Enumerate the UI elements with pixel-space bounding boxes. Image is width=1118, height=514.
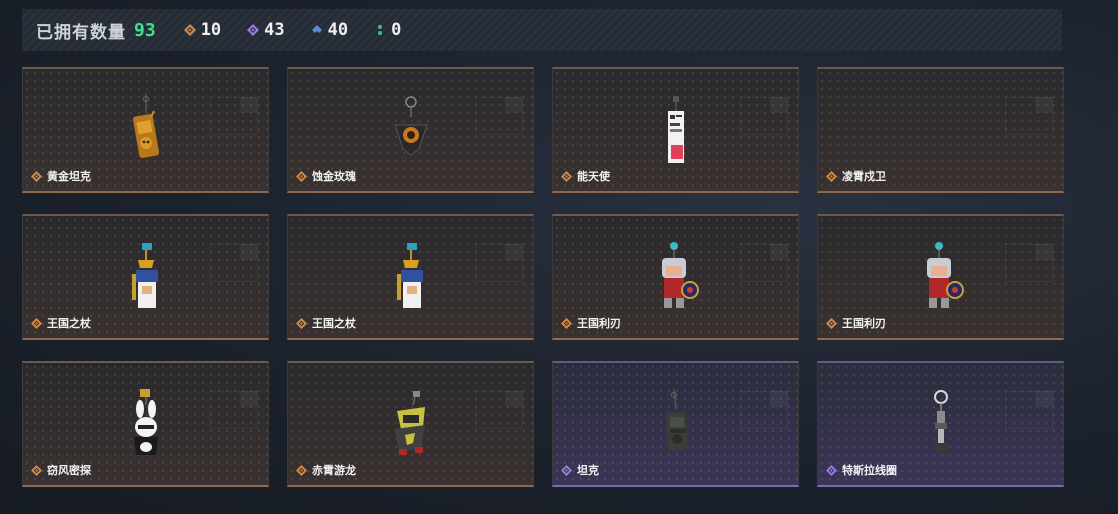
item-card[interactable]: 坦克: [552, 361, 799, 487]
item-name: 特斯拉线圈: [842, 464, 897, 477]
bunny-spy-pendant-art: [133, 389, 158, 455]
item-name-row: 蚀金玫瑰: [296, 168, 356, 184]
green-dots-icon: [378, 25, 383, 35]
item-name: 王国之杖: [312, 317, 356, 330]
item-name-row: 坦克: [561, 462, 599, 478]
card-decoration: [770, 97, 788, 113]
item-name-row: 王国利刃: [561, 315, 621, 331]
item-card[interactable]: 黄金坦克: [22, 67, 269, 193]
item-name: 赤霄游龙: [312, 464, 356, 477]
stat-green-value: 0: [391, 20, 402, 40]
item-name: 窃风密探: [47, 464, 91, 477]
card-decoration: [240, 97, 258, 113]
card-decoration: [1035, 97, 1053, 113]
item-name-row: 特斯拉线圈: [826, 462, 897, 478]
item-name-row: 王国利刃: [826, 315, 886, 331]
owned-count-value: 93: [134, 19, 156, 41]
item-card[interactable]: 王国利刃: [552, 214, 799, 340]
orange-diamond-icon: [183, 24, 196, 36]
item-name: 黄金坦克: [47, 170, 91, 183]
item-card[interactable]: 特斯拉线圈: [817, 361, 1064, 487]
card-decoration: [240, 244, 258, 260]
item-name-row: 王国之杖: [31, 315, 91, 331]
kingdom-scepter-pendant-art: [396, 243, 423, 308]
orange-rarity-icon: [31, 464, 42, 476]
item-name-row: 凌霄戍卫: [826, 168, 886, 184]
item-name: 王国之杖: [47, 317, 91, 330]
card-decoration: [770, 244, 788, 260]
orange-rarity-icon: [296, 464, 307, 476]
item-card[interactable]: 能天使: [552, 67, 799, 193]
kingdom-scepter-pendant-art: [131, 243, 158, 308]
item-card[interactable]: 凌霄戍卫: [817, 67, 1064, 193]
stat-orange-value: 10: [200, 20, 222, 40]
card-decoration: [1035, 244, 1053, 260]
item-card[interactable]: 王国利刃: [817, 214, 1064, 340]
item-name: 王国利刃: [577, 317, 621, 330]
tesla-coil-pendant-art: [932, 390, 949, 451]
purple-diamond-icon: [247, 24, 260, 36]
kingdom-blade-knight-art: [926, 242, 964, 308]
item-name-row: 黄金坦克: [31, 168, 91, 184]
card-decoration: [1035, 391, 1053, 407]
orange-rarity-icon: [31, 317, 42, 329]
item-name: 王国利刃: [842, 317, 886, 330]
item-name: 坦克: [577, 464, 599, 477]
purple-rarity-icon: [561, 464, 572, 476]
item-card[interactable]: 窃风密探: [22, 361, 269, 487]
item-name: 蚀金玫瑰: [312, 170, 356, 183]
kingdom-blade-knight-art: [661, 242, 699, 308]
exusiai-pendant-art: [667, 96, 684, 163]
stat-green: 0: [374, 20, 401, 40]
card-decoration: [505, 97, 523, 113]
golden-tank-pendant-art: [132, 94, 159, 158]
orange-rarity-icon: [561, 170, 572, 182]
card-decoration: [240, 391, 258, 407]
purple-rarity-icon: [826, 464, 837, 476]
card-decoration: [505, 244, 523, 260]
stat-purple: 43: [247, 20, 285, 40]
item-name-row: 赤霄游龙: [296, 462, 356, 478]
blue-diamond-icon: [311, 25, 322, 33]
orange-rarity-icon: [31, 170, 42, 182]
orange-rarity-icon: [826, 317, 837, 329]
item-name: 凌霄戍卫: [842, 170, 886, 183]
item-card[interactable]: 赤霄游龙: [287, 361, 534, 487]
stat-blue-value: 40: [327, 20, 349, 40]
stat-blue: 40: [311, 20, 348, 40]
item-name: 能天使: [577, 170, 610, 183]
dragon-pendant-art: [394, 391, 425, 455]
owned-summary-bar: 已拥有数量 93 10 43 40 0: [22, 9, 1062, 51]
stat-orange: 10: [183, 20, 222, 40]
rose-pendant-art: [393, 96, 428, 156]
orange-rarity-icon: [561, 317, 572, 329]
item-card[interactable]: 蚀金玫瑰: [287, 67, 534, 193]
item-card[interactable]: 王国之杖: [22, 214, 269, 340]
card-decoration: [770, 391, 788, 407]
stat-purple-value: 43: [264, 20, 285, 40]
item-name-row: 能天使: [561, 168, 610, 184]
orange-rarity-icon: [826, 170, 837, 182]
card-decoration: [505, 391, 523, 407]
item-card[interactable]: 王国之杖: [287, 214, 534, 340]
item-name-row: 王国之杖: [296, 315, 356, 331]
orange-rarity-icon: [296, 317, 307, 329]
pendant-grid: 黄金坦克 蚀金玫瑰 能天使 凌霄戍卫 王国之杖 王国之杖 王国利刃 王国利刃 窃…: [22, 67, 1064, 487]
owned-count-label: 已拥有数量: [36, 22, 126, 43]
item-name-row: 窃风密探: [31, 462, 91, 478]
tank-pendant-art: [665, 388, 688, 451]
orange-rarity-icon: [296, 170, 307, 182]
